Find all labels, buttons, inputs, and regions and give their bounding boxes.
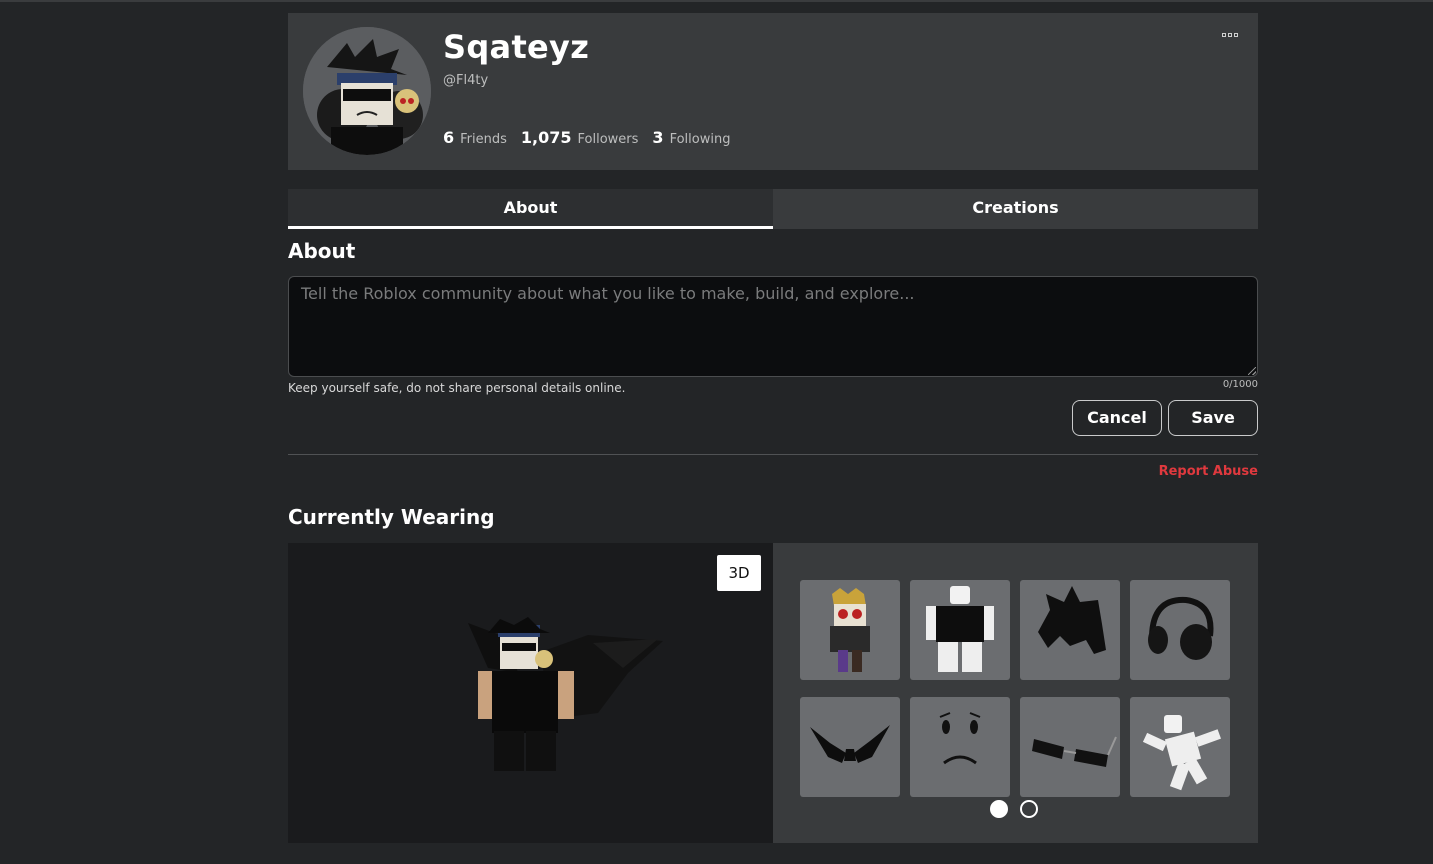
wearing-item-3[interactable] (1020, 580, 1120, 680)
about-title: About (288, 239, 356, 263)
spiky-hair-icon (1038, 586, 1106, 654)
item-pagination (990, 800, 1038, 818)
wearing-item-5[interactable] (800, 697, 900, 797)
wearing-items-panel (773, 543, 1258, 843)
avatar-figure-icon (830, 588, 870, 672)
profile-stats: 6 Friends 1,075 Followers 3 Following (443, 128, 730, 147)
cancel-button[interactable]: Cancel (1072, 400, 1162, 436)
avatar-full-body-icon (468, 617, 663, 771)
display-name: Sqateyz (443, 28, 590, 66)
more-options-icon[interactable] (1220, 31, 1240, 39)
stat-followers-label: Followers (577, 132, 639, 147)
report-abuse-link[interactable]: Report Abuse (1159, 464, 1258, 479)
wearing-item-7[interactable] (1020, 697, 1120, 797)
username: @Fl4ty (443, 73, 489, 88)
wearing-item-4[interactable] (1130, 580, 1230, 680)
headphones-icon (1148, 596, 1214, 660)
stat-following-label: Following (669, 132, 731, 147)
avatar-headshot-icon (303, 27, 431, 155)
avatar-viewer[interactable]: 3D (288, 543, 773, 843)
stat-followers[interactable]: 1,075 Followers (521, 128, 639, 147)
stat-following-count: 3 (652, 128, 664, 147)
shirt-torso-icon (926, 586, 994, 672)
stat-friends[interactable]: 6 Friends (443, 128, 507, 147)
toggle-3d-button[interactable]: 3D (717, 555, 761, 591)
tab-about[interactable]: About (288, 189, 773, 229)
wearing-item-8[interactable] (1130, 697, 1230, 797)
avatar[interactable] (303, 27, 431, 155)
stat-following[interactable]: 3 Following (652, 128, 730, 147)
profile-tabs: About Creations (288, 189, 1258, 229)
currently-wearing-title: Currently Wearing (288, 505, 495, 529)
section-divider (288, 454, 1258, 455)
stat-followers-count: 1,075 (520, 128, 572, 147)
wearing-item-2[interactable] (910, 580, 1010, 680)
top-strip (0, 0, 1433, 2)
sunglasses-icon (1032, 736, 1117, 767)
save-button[interactable]: Save (1168, 400, 1258, 436)
about-input[interactable] (288, 276, 1258, 377)
page-dot-2[interactable] (1020, 800, 1038, 818)
profile-header: Sqateyz @Fl4ty 6 Friends 1,075 Followers… (288, 13, 1258, 170)
sad-face-icon (939, 712, 981, 765)
character-counter: 0/1000 (1222, 379, 1258, 390)
resize-grip-icon[interactable] (1248, 367, 1256, 375)
wearing-item-1[interactable] (800, 580, 900, 680)
stat-friends-label: Friends (460, 132, 507, 147)
profile-page: Sqateyz @Fl4ty 6 Friends 1,075 Followers… (288, 13, 1258, 843)
stat-friends-count: 6 (443, 128, 455, 147)
wearing-item-6[interactable] (910, 697, 1010, 797)
wearing-items-grid (800, 580, 1230, 797)
black-wings-icon (810, 725, 890, 763)
dance-pose-icon (1142, 715, 1221, 791)
tab-creations[interactable]: Creations (773, 189, 1258, 229)
safety-note: Keep yourself safe, do not share persona… (288, 381, 626, 395)
page-dot-1[interactable] (990, 800, 1008, 818)
